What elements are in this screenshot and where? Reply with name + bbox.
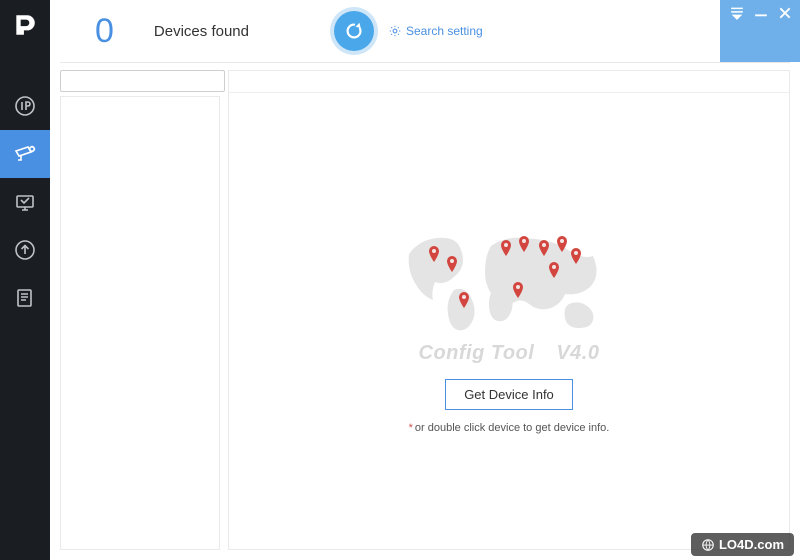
watermark: LO4D.com xyxy=(691,533,794,556)
hint-text: *or double click device to get device in… xyxy=(409,422,610,434)
get-device-info-button[interactable]: Get Device Info xyxy=(445,379,573,410)
header: 0 Devices found Search setting xyxy=(50,0,800,62)
watermark-text: LO4D.com xyxy=(719,537,784,552)
app-logo xyxy=(0,0,50,50)
sidebar-item-camera[interactable] xyxy=(0,130,50,178)
sidebar-item-template[interactable] xyxy=(0,274,50,322)
sidebar xyxy=(0,0,50,560)
titlebar xyxy=(720,0,800,62)
content-panel: Config Tool V4.0 Get Device Info *or doub… xyxy=(228,70,790,550)
content-header xyxy=(229,71,789,93)
sidebar-item-system[interactable] xyxy=(0,178,50,226)
hint-star: * xyxy=(409,422,413,434)
gear-icon xyxy=(388,24,402,38)
device-list[interactable] xyxy=(60,96,220,550)
tool-title: Config Tool V4.0 xyxy=(419,342,600,365)
search-setting-label: Search setting xyxy=(406,24,483,38)
tool-name: Config Tool xyxy=(419,342,535,364)
refresh-icon xyxy=(343,20,365,42)
tool-version: V4.0 xyxy=(556,342,599,364)
search-setting-link[interactable]: Search setting xyxy=(388,24,483,38)
sidebar-item-upgrade[interactable] xyxy=(0,226,50,274)
device-count: 0 xyxy=(95,12,114,51)
close-button[interactable] xyxy=(778,6,792,20)
refresh-button[interactable] xyxy=(334,11,374,51)
device-list-panel xyxy=(60,70,220,550)
globe-icon xyxy=(701,538,715,552)
world-map-illustration xyxy=(399,226,619,336)
minimize-button[interactable] xyxy=(754,6,768,20)
hint-body: or double click device to get device inf… xyxy=(415,422,609,434)
search-input[interactable] xyxy=(60,70,225,92)
devices-found-label: Devices found xyxy=(154,23,249,40)
menu-button[interactable] xyxy=(730,6,744,20)
sidebar-item-ip[interactable] xyxy=(0,82,50,130)
